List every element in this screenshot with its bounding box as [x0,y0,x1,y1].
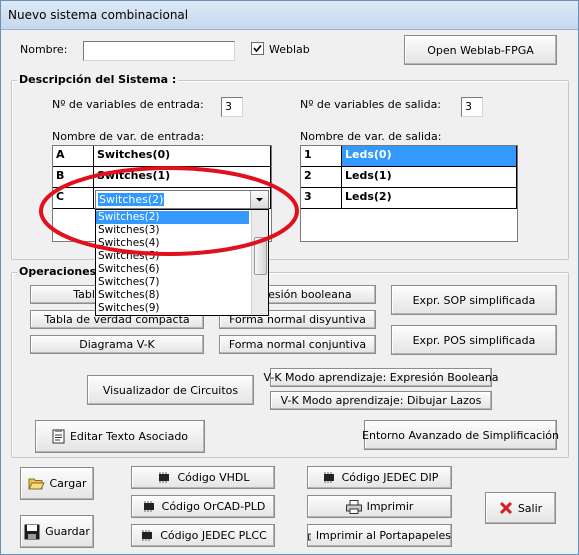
num-outputs-label: Nº de variables de salida: [300,98,442,111]
input-names-label: Nombre de var. de entrada: [52,130,205,143]
codigo-plcc-button[interactable]: Código JEDEC PLCC [131,524,275,547]
forma-conjuntiva-button[interactable]: Forma normal conjuntiva [219,335,376,354]
scrollbar-thumb[interactable] [254,237,267,275]
output-names-label: Nombre de var. de salida: [300,130,442,143]
dropdown-option[interactable]: Switches(9) [96,302,249,315]
diagrama-vk-button[interactable]: Diagrama V-K [30,335,204,354]
combobox-value: Switches(2) [98,193,165,206]
window-title: Nuevo sistema combinacional [8,8,189,22]
floppy-disk-icon [24,524,40,539]
codigo-orcad-label: Código OrCAD-PLD [161,500,266,513]
name-label: Nombre: [20,43,68,56]
output-name-cell[interactable]: Leds(2) [342,188,517,209]
dropdown-scrollbar[interactable] [251,210,268,315]
weblab-label: Weblab [269,43,310,56]
salir-label: Salir [517,501,543,515]
document-icon [52,429,65,444]
dropdown-list[interactable]: Switches(2) Switches(3) Switches(4) Switche… [95,209,269,316]
dropdown-option[interactable]: Switches(7) [96,276,249,289]
codigo-dip-label: Código JEDEC DIP [341,471,439,484]
editar-texto-label: Editar Texto Asociado [69,430,189,443]
input-letter: C [53,188,94,209]
codigo-vhdl-label: Código VHDL [177,471,250,484]
vk-expresion-button[interactable]: V-K Modo aprendizaje: Expresión Booleana [263,368,499,387]
output-index: 2 [301,167,342,188]
chip-icon [159,472,170,483]
vk-lazos-button[interactable]: V-K Modo aprendizaje: Dibujar Lazos [270,391,492,410]
codigo-orcad-button[interactable]: Código OrCAD-PLD [131,495,275,518]
dropdown-option[interactable]: Switches(6) [96,263,249,276]
input-letter: A [53,146,94,167]
dropdown-option[interactable]: Switches(5) [96,250,249,263]
dropdown-option[interactable]: Switches(8) [96,289,249,302]
output-name-cell[interactable]: Leds(1) [342,167,517,188]
dialog-window: Nuevo sistema combinacional Nombre: Webl… [0,0,579,555]
chevron-down-icon [256,198,263,202]
num-inputs-field[interactable]: 3 [221,97,243,117]
guardar-label: Guardar [45,525,90,538]
combobox-dropdown-button[interactable] [250,191,268,208]
open-weblab-button[interactable]: Open Weblab-FPGA [404,35,557,65]
checkmark-icon [253,44,262,53]
operaciones-title: Operaciones [17,265,99,278]
output-index: 1 [301,146,342,167]
printer-icon [345,499,362,514]
imprimir-button[interactable]: Imprimir [307,495,452,518]
cargar-button[interactable]: Cargar [20,467,94,500]
folder-open-icon [27,478,45,490]
close-x-icon [499,501,512,515]
dropdown-option[interactable]: Switches(2) [96,211,249,224]
chip-icon [143,501,154,512]
output-index: 3 [301,188,342,209]
visualizador-circuitos-button[interactable]: Visualizador de Circuitos [87,375,254,405]
imprimir-portapapeles-label: Imprimir al Portapapeles [315,529,451,542]
codigo-dip-button[interactable]: Código JEDEC DIP [307,466,452,489]
input-name-cell[interactable]: Switches(1) [94,167,271,188]
num-inputs-label: Nº de variables de entrada: [52,98,204,111]
salir-button[interactable]: Salir [485,492,556,524]
num-outputs-field[interactable]: 3 [461,97,483,117]
output-name-cell[interactable]: Leds(0) [342,146,517,167]
expr-pos-button[interactable]: Expr. POS simplificada [391,325,557,355]
chip-icon [323,472,334,483]
codigo-plcc-label: Código JEDEC PLCC [160,529,267,542]
imprimir-portapapeles-button[interactable]: Imprimir al Portapapeles [307,524,452,547]
chip-icon [142,530,153,541]
input-letter: B [53,167,94,188]
cargar-label: Cargar [49,477,87,490]
codigo-vhdl-button[interactable]: Código VHDL [131,466,275,489]
entorno-avanzado-button[interactable]: Entorno Avanzado de Simplificación [362,420,559,450]
weblab-checkbox[interactable] [251,42,264,55]
printer-icon [308,533,311,540]
input-name-cell[interactable]: Switches(0) [94,146,271,167]
imprimir-label: Imprimir [366,500,414,513]
editar-texto-button[interactable]: Editar Texto Asociado [35,420,205,453]
output-names-grid[interactable]: 1 Leds(0) 2 Leds(1) 3 Leds(2) [300,145,518,242]
descripcion-title: Descripción del Sistema : [17,73,179,86]
expr-sop-button[interactable]: Expr. SOP simplificada [391,285,557,315]
title-bar: Nuevo sistema combinacional [1,1,578,30]
dropdown-option[interactable]: Switches(3) [96,224,249,237]
name-input[interactable] [83,41,235,61]
guardar-button[interactable]: Guardar [20,515,94,548]
dropdown-option[interactable]: Switches(4) [96,237,249,250]
input-name-combobox[interactable]: Switches(2) [95,190,269,209]
